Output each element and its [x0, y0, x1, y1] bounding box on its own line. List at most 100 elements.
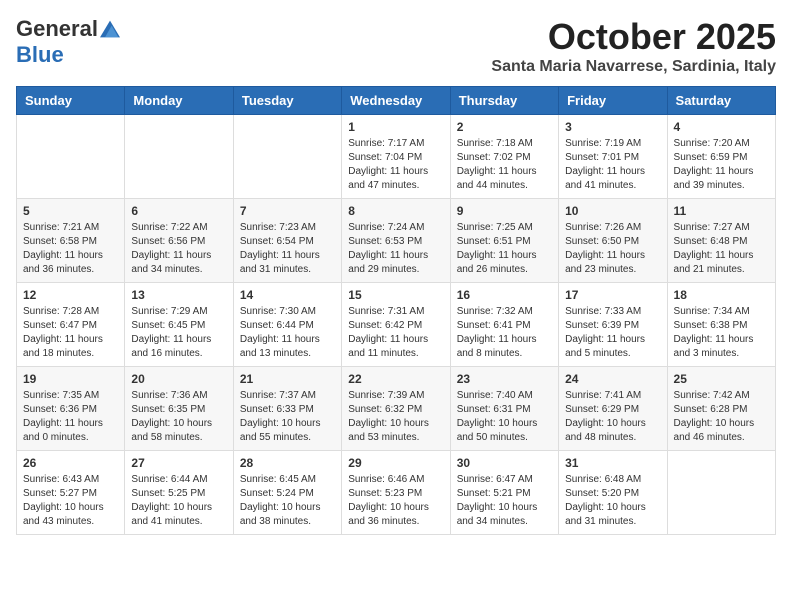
- day-info: Sunrise: 7:39 AM Sunset: 6:32 PM Dayligh…: [348, 389, 443, 445]
- page-header: General Blue October 2025 Santa Maria Na…: [16, 16, 776, 76]
- day-number: 31: [565, 456, 660, 470]
- calendar-cell: 28 Sunrise: 6:45 AM Sunset: 5:24 PM Dayli…: [233, 451, 341, 535]
- day-info: Sunrise: 6:44 AM Sunset: 5:25 PM Dayligh…: [131, 473, 226, 529]
- calendar-cell: 7 Sunrise: 7:23 AM Sunset: 6:54 PM Daylig…: [233, 199, 341, 283]
- day-number: 30: [457, 456, 552, 470]
- day-number: 6: [131, 204, 226, 218]
- day-info: Sunrise: 7:34 AM Sunset: 6:38 PM Dayligh…: [674, 305, 769, 361]
- day-number: 9: [457, 204, 552, 218]
- calendar-cell: 12 Sunrise: 7:28 AM Sunset: 6:47 PM Dayli…: [17, 283, 125, 367]
- day-info: Sunrise: 7:23 AM Sunset: 6:54 PM Dayligh…: [240, 221, 335, 277]
- day-info: Sunrise: 7:35 AM Sunset: 6:36 PM Dayligh…: [23, 389, 118, 445]
- day-number: 5: [23, 204, 118, 218]
- logo-general-text: General: [16, 16, 98, 42]
- calendar-cell: 14Sunrise: 7:30 AM Sunset: 6:44 PM Dayli…: [233, 283, 341, 367]
- day-info: Sunrise: 7:19 AM Sunset: 7:01 PM Dayligh…: [565, 137, 660, 193]
- weekday-header-cell: Tuesday: [233, 87, 341, 115]
- calendar-cell: [233, 115, 341, 199]
- day-info: Sunrise: 6:48 AM Sunset: 5:20 PM Dayligh…: [565, 473, 660, 529]
- day-number: 24: [565, 372, 660, 386]
- calendar-week-row: 1 Sunrise: 7:17 AM Sunset: 7:04 PM Daylig…: [17, 115, 776, 199]
- calendar-cell: 11 Sunrise: 7:27 AM Sunset: 6:48 PM Dayli…: [667, 199, 775, 283]
- day-info: Sunrise: 7:30 AM Sunset: 6:44 PM Dayligh…: [240, 305, 335, 361]
- day-info: Sunrise: 7:28 AM Sunset: 6:47 PM Dayligh…: [23, 305, 118, 361]
- calendar-cell: 5Sunrise: 7:21 AM Sunset: 6:58 PM Daylig…: [17, 199, 125, 283]
- day-number: 4: [674, 120, 769, 134]
- day-info: Sunrise: 7:18 AM Sunset: 7:02 PM Dayligh…: [457, 137, 552, 193]
- day-info: Sunrise: 7:33 AM Sunset: 6:39 PM Dayligh…: [565, 305, 660, 361]
- day-info: Sunrise: 6:45 AM Sunset: 5:24 PM Dayligh…: [240, 473, 335, 529]
- day-number: 21: [240, 372, 335, 386]
- calendar-week-row: 12 Sunrise: 7:28 AM Sunset: 6:47 PM Dayli…: [17, 283, 776, 367]
- day-number: 17: [565, 288, 660, 302]
- calendar-cell: 20Sunrise: 7:36 AM Sunset: 6:35 PM Dayli…: [125, 367, 233, 451]
- day-info: Sunrise: 7:27 AM Sunset: 6:48 PM Dayligh…: [674, 221, 769, 277]
- calendar-cell: [667, 451, 775, 535]
- day-info: Sunrise: 7:25 AM Sunset: 6:51 PM Dayligh…: [457, 221, 552, 277]
- calendar-week-row: 26Sunrise: 6:43 AM Sunset: 5:27 PM Dayli…: [17, 451, 776, 535]
- calendar-cell: 13 Sunrise: 7:29 AM Sunset: 6:45 PM Dayli…: [125, 283, 233, 367]
- calendar-cell: 29 Sunrise: 6:46 AM Sunset: 5:23 PM Dayli…: [342, 451, 450, 535]
- logo-blue-text: Blue: [16, 42, 64, 67]
- calendar-cell: [17, 115, 125, 199]
- day-number: 28: [240, 456, 335, 470]
- calendar-cell: 21 Sunrise: 7:37 AM Sunset: 6:33 PM Dayli…: [233, 367, 341, 451]
- day-number: 2: [457, 120, 552, 134]
- calendar-cell: 9 Sunrise: 7:25 AM Sunset: 6:51 PM Daylig…: [450, 199, 558, 283]
- day-number: 19: [23, 372, 118, 386]
- calendar-cell: 30Sunrise: 6:47 AM Sunset: 5:21 PM Dayli…: [450, 451, 558, 535]
- day-number: 13: [131, 288, 226, 302]
- weekday-header-cell: Friday: [559, 87, 667, 115]
- calendar-cell: 23Sunrise: 7:40 AM Sunset: 6:31 PM Dayli…: [450, 367, 558, 451]
- day-number: 15: [348, 288, 443, 302]
- day-info: Sunrise: 7:26 AM Sunset: 6:50 PM Dayligh…: [565, 221, 660, 277]
- calendar-cell: 31 Sunrise: 6:48 AM Sunset: 5:20 PM Dayli…: [559, 451, 667, 535]
- calendar-cell: 26Sunrise: 6:43 AM Sunset: 5:27 PM Dayli…: [17, 451, 125, 535]
- day-number: 16: [457, 288, 552, 302]
- day-number: 18: [674, 288, 769, 302]
- logo-icon: [100, 19, 120, 39]
- weekday-header-cell: Sunday: [17, 87, 125, 115]
- day-number: 1: [348, 120, 443, 134]
- day-number: 3: [565, 120, 660, 134]
- calendar-cell: 19 Sunrise: 7:35 AM Sunset: 6:36 PM Dayli…: [17, 367, 125, 451]
- day-number: 27: [131, 456, 226, 470]
- calendar-cell: 15 Sunrise: 7:31 AM Sunset: 6:42 PM Dayli…: [342, 283, 450, 367]
- day-info: Sunrise: 7:17 AM Sunset: 7:04 PM Dayligh…: [348, 137, 443, 193]
- calendar-cell: 3 Sunrise: 7:19 AM Sunset: 7:01 PM Daylig…: [559, 115, 667, 199]
- calendar-cell: 2 Sunrise: 7:18 AM Sunset: 7:02 PM Daylig…: [450, 115, 558, 199]
- day-number: 29: [348, 456, 443, 470]
- calendar-week-row: 5Sunrise: 7:21 AM Sunset: 6:58 PM Daylig…: [17, 199, 776, 283]
- day-number: 12: [23, 288, 118, 302]
- day-info: Sunrise: 6:46 AM Sunset: 5:23 PM Dayligh…: [348, 473, 443, 529]
- day-number: 23: [457, 372, 552, 386]
- day-number: 7: [240, 204, 335, 218]
- day-number: 10: [565, 204, 660, 218]
- day-info: Sunrise: 7:36 AM Sunset: 6:35 PM Dayligh…: [131, 389, 226, 445]
- calendar-cell: 10 Sunrise: 7:26 AM Sunset: 6:50 PM Dayli…: [559, 199, 667, 283]
- day-info: Sunrise: 6:43 AM Sunset: 5:27 PM Dayligh…: [23, 473, 118, 529]
- day-info: Sunrise: 7:29 AM Sunset: 6:45 PM Dayligh…: [131, 305, 226, 361]
- weekday-header-cell: Wednesday: [342, 87, 450, 115]
- calendar-cell: [125, 115, 233, 199]
- calendar-cell: 27 Sunrise: 6:44 AM Sunset: 5:25 PM Dayli…: [125, 451, 233, 535]
- day-info: Sunrise: 7:37 AM Sunset: 6:33 PM Dayligh…: [240, 389, 335, 445]
- day-info: Sunrise: 7:24 AM Sunset: 6:53 PM Dayligh…: [348, 221, 443, 277]
- day-info: Sunrise: 7:20 AM Sunset: 6:59 PM Dayligh…: [674, 137, 769, 193]
- day-number: 8: [348, 204, 443, 218]
- calendar-cell: 6 Sunrise: 7:22 AM Sunset: 6:56 PM Daylig…: [125, 199, 233, 283]
- calendar-body: 1 Sunrise: 7:17 AM Sunset: 7:04 PM Daylig…: [17, 115, 776, 535]
- calendar-cell: 18 Sunrise: 7:34 AM Sunset: 6:38 PM Dayli…: [667, 283, 775, 367]
- weekday-header-cell: Thursday: [450, 87, 558, 115]
- day-info: Sunrise: 7:41 AM Sunset: 6:29 PM Dayligh…: [565, 389, 660, 445]
- day-info: Sunrise: 7:22 AM Sunset: 6:56 PM Dayligh…: [131, 221, 226, 277]
- calendar-week-row: 19 Sunrise: 7:35 AM Sunset: 6:36 PM Dayli…: [17, 367, 776, 451]
- calendar-cell: 22Sunrise: 7:39 AM Sunset: 6:32 PM Dayli…: [342, 367, 450, 451]
- weekday-header-cell: Saturday: [667, 87, 775, 115]
- day-info: Sunrise: 7:32 AM Sunset: 6:41 PM Dayligh…: [457, 305, 552, 361]
- weekday-header-cell: Monday: [125, 87, 233, 115]
- calendar-cell: 25Sunrise: 7:42 AM Sunset: 6:28 PM Dayli…: [667, 367, 775, 451]
- day-number: 11: [674, 204, 769, 218]
- day-info: Sunrise: 7:31 AM Sunset: 6:42 PM Dayligh…: [348, 305, 443, 361]
- calendar-table: SundayMondayTuesdayWednesdayThursdayFrid…: [16, 86, 776, 535]
